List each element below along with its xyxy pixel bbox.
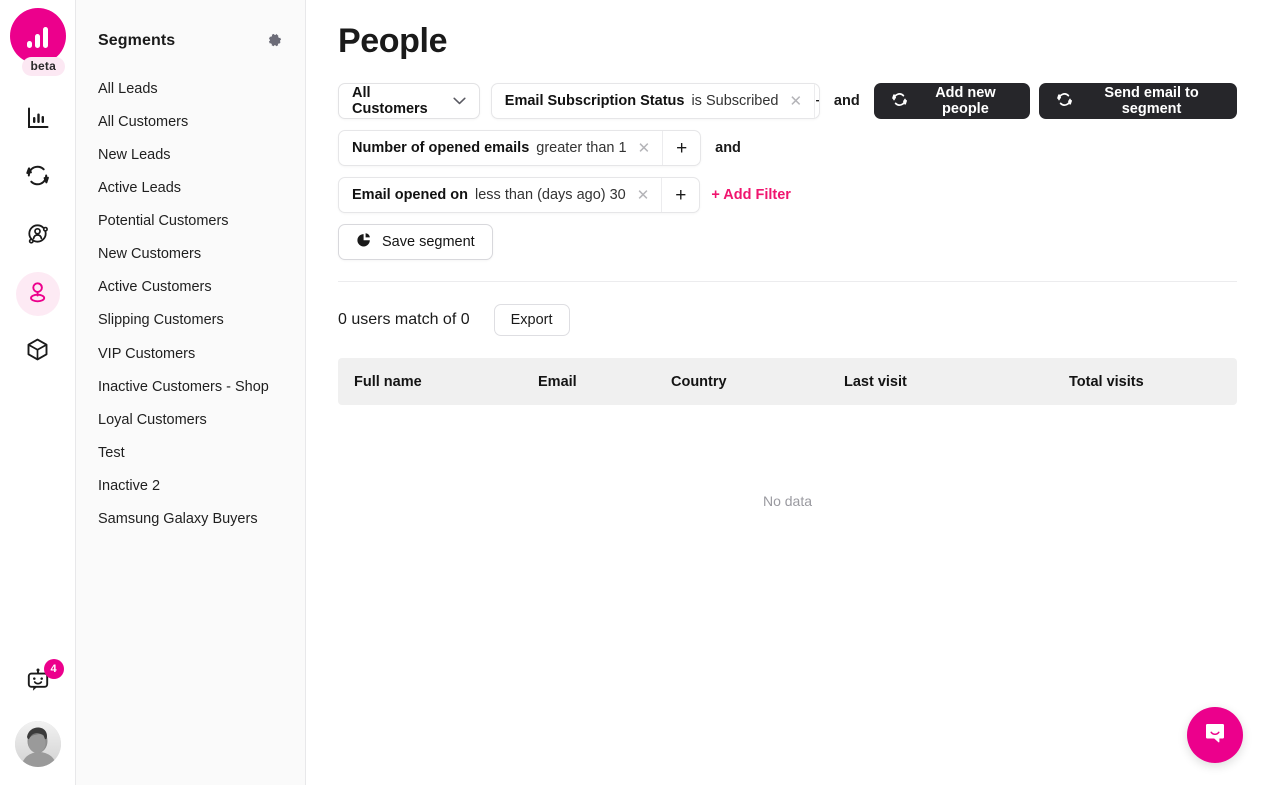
save-segment-button[interactable]: Save segment [338,224,493,260]
segment-item[interactable]: New Leads [76,138,305,171]
filter-condition: less than (days ago) 30 [475,187,626,203]
column-full-name[interactable]: Full name [338,358,538,405]
table-header: Full name Email Country Last visit Total… [338,358,1237,405]
analytics-logo-icon [9,8,66,64]
refresh-icon [1056,91,1073,112]
segment-select[interactable]: All Customers [338,83,480,119]
save-segment-row: Save segment [338,224,1237,260]
pie-chart-icon [356,232,372,252]
filter-field: Email opened on [352,187,469,203]
app-logo[interactable]: beta [6,8,70,76]
add-new-people-button[interactable]: Add new people [873,83,1031,119]
rail-nav [15,98,60,374]
segment-item[interactable]: Loyal Customers [76,403,305,436]
plus-icon[interactable]: + [661,178,699,212]
segment-item[interactable]: New Customers [76,238,305,271]
user-network-icon [24,220,51,252]
chevron-down-icon [453,92,466,110]
column-email[interactable]: Email [538,358,671,405]
segment-item[interactable]: Inactive 2 [76,470,305,503]
rail-item-analytics[interactable] [16,98,60,142]
sync-icon [24,162,51,194]
send-email-to-segment-label: Send email to segment [1104,85,1199,117]
results-row: 0 users match of 0 Export [306,282,1267,336]
column-last-visit[interactable]: Last visit [844,358,1069,405]
segments-panel: Segments All Leads All Customers New Lea… [76,0,306,785]
segment-item[interactable]: VIP Customers [76,337,305,370]
filter-condition: greater than 1 [536,140,627,156]
icon-rail: beta 4 [0,0,76,785]
gear-icon[interactable] [267,33,283,49]
segment-item[interactable]: Test [76,436,305,469]
plus-icon[interactable]: + [814,84,819,118]
close-icon[interactable]: ✕ [637,141,652,156]
close-icon[interactable]: ✕ [636,188,651,203]
segment-item[interactable]: Samsung Galaxy Buyers [76,503,305,536]
beta-badge: beta [21,57,65,76]
plus-icon[interactable]: + [662,131,700,165]
segment-item[interactable]: All Customers [76,105,305,138]
send-email-to-segment-button[interactable]: Send email to segment [1039,83,1237,119]
close-icon[interactable]: ✕ [789,94,804,109]
chat-bot-button[interactable]: 4 [16,659,64,705]
filter-condition: is Subscribed [691,93,779,109]
filter-field: Number of opened emails [352,140,530,156]
filter-conjunction: and [833,93,860,109]
filter-chip-group: Email Subscription Status is Subscribed … [490,83,820,119]
add-filter-button[interactable]: + Add Filter [711,187,791,203]
filter-conjunction: and [715,140,741,156]
segments-header: Segments [76,32,305,50]
segments-list: All Leads All Customers New Leads Active… [76,72,305,536]
cube-icon [24,336,51,368]
empty-state-text: No data [762,493,813,509]
filter-row: All Customers Email Subscription Status … [338,83,1237,119]
filter-chip[interactable]: Number of opened emails greater than 1 ✕ [339,131,662,165]
intercom-launcher-button[interactable] [1187,707,1243,763]
page-title: People [338,22,448,60]
segment-select-value: All Customers [352,85,428,117]
intercom-chat-icon [1201,719,1229,752]
segment-item[interactable]: Active Customers [76,271,305,304]
filter-row: Number of opened emails greater than 1 ✕… [338,130,1237,166]
rail-item-audience[interactable] [16,214,60,258]
header-actions: Add new people Send email to segment [873,83,1237,119]
filter-area: All Customers Email Subscription Status … [306,61,1267,282]
segment-item[interactable]: All Leads [76,72,305,105]
filter-chip-group: Number of opened emails greater than 1 ✕… [338,130,702,166]
page-header: People [306,0,1267,61]
save-segment-label: Save segment [382,234,475,250]
user-avatar[interactable] [14,721,61,767]
segment-item[interactable]: Slipping Customers [76,304,305,337]
segment-item[interactable]: Potential Customers [76,205,305,238]
refresh-icon [891,91,908,112]
segment-item[interactable]: Active Leads [76,171,305,204]
export-button[interactable]: Export [493,304,570,336]
column-country[interactable]: Country [671,358,844,405]
main-content: People All Customers Email Subscription … [306,0,1267,785]
people-table-wrap: Full name Email Country Last visit Total… [306,336,1267,509]
people-table: Full name Email Country Last visit Total… [338,358,1237,405]
app-root: beta 4 Segments All Leads All Customers … [0,0,1267,785]
rail-item-products[interactable] [16,330,60,374]
rail-item-people[interactable] [15,272,60,316]
column-total-visits[interactable]: Total visits [1069,358,1237,405]
rail-bottom: 4 [14,659,64,785]
filter-chip[interactable]: Email opened on less than (days ago) 30 … [339,178,661,212]
filter-chip[interactable]: Email Subscription Status is Subscribed … [492,84,814,118]
filter-row: Email opened on less than (days ago) 30 … [338,177,1237,213]
bot-notification-badge: 4 [43,659,64,679]
segment-item[interactable]: Inactive Customers - Shop [76,370,305,403]
filter-field: Email Subscription Status [504,93,685,109]
person-pin-icon [24,278,51,310]
add-new-people-label: Add new people [935,85,996,117]
rail-item-automation[interactable] [16,156,60,200]
match-count-text: 0 users match of 0 [338,311,470,328]
segments-title: Segments [98,32,176,49]
filter-chip-group: Email opened on less than (days ago) 30 … [338,177,701,213]
bar-chart-icon [25,105,51,136]
table-header-row: Full name Email Country Last visit Total… [338,358,1237,405]
